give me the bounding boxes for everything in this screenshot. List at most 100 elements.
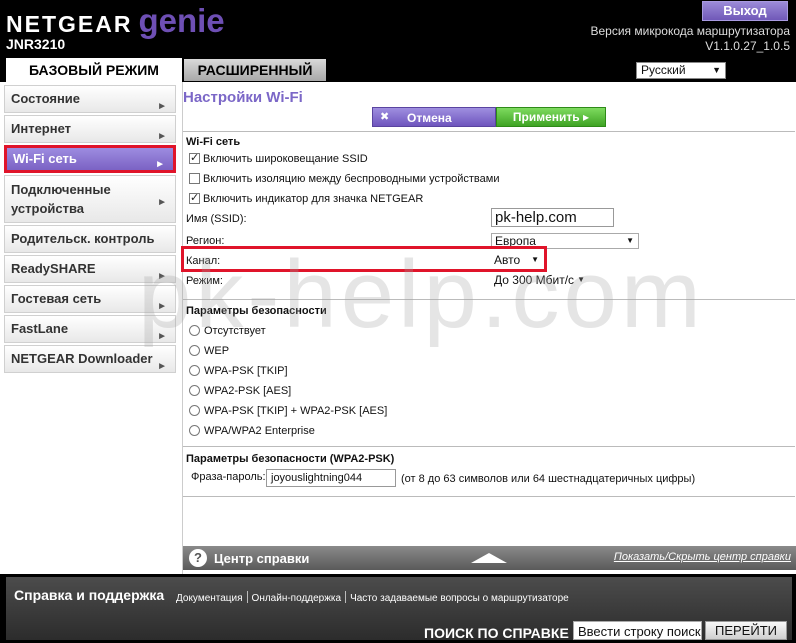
tab-basic[interactable]: БАЗОВЫЙ РЕЖИМ xyxy=(6,58,182,82)
security-option-row: Отсутствует xyxy=(189,325,266,337)
security-radio-enterprise[interactable] xyxy=(189,425,200,436)
cancel-button-label: Отмена xyxy=(407,111,452,125)
checkbox-label: Включить индикатор для значка NETGEAR xyxy=(203,193,424,205)
firmware-label: Версия микрокода маршрутизатора xyxy=(590,24,791,38)
netgear-led-row: Включить индикатор для значка NETGEAR xyxy=(189,191,424,205)
sidebar-item-label: Подключенные xyxy=(11,182,111,197)
divider xyxy=(183,131,795,132)
radio-label: WPA-PSK [TKIP] + WPA2-PSK [AES] xyxy=(204,405,388,417)
chevron-right-icon: ► xyxy=(157,197,167,208)
sidebar-item-label: устройства xyxy=(11,201,85,216)
help-search-input[interactable]: Ввести строку поиск xyxy=(573,621,702,640)
channel-highlight-box xyxy=(181,246,547,272)
close-icon: ✖ xyxy=(380,111,390,123)
header: NETGEAR genie JNR3210 Выход Версия микрок… xyxy=(0,0,796,58)
security-option-row: WPA-PSK [TKIP] + WPA2-PSK [AES] xyxy=(189,405,387,417)
ssid-broadcast-row: Включить широковещание SSID xyxy=(189,151,368,165)
security-option-row: WPA-PSK [TKIP] xyxy=(189,365,288,377)
sidebar-item-label: ReadySHARE xyxy=(11,261,96,276)
wifi-section-title: Wi-Fi сеть xyxy=(186,136,241,148)
sidebar-item-label: FastLane xyxy=(11,321,69,336)
language-select[interactable]: Русский ▼ xyxy=(636,62,726,79)
sidebar-item-label: NETGEAR Downloader xyxy=(11,351,153,366)
divider xyxy=(183,496,795,497)
sidebar-item-parental-control[interactable]: Родительск. контроль xyxy=(4,225,176,253)
apply-button-label: Применить xyxy=(512,110,580,124)
wifi-settings-panel: Настройки Wi-Fi ✖ Отмена Применить ▸ Wi-… xyxy=(181,82,796,574)
help-search-go-button[interactable]: ПЕРЕЙТИ xyxy=(705,621,787,640)
footer: Справка и поддержка Документация Онлайн-п… xyxy=(0,574,796,643)
security-section-title: Параметры безопасности xyxy=(186,305,327,317)
divider xyxy=(183,299,795,300)
ssid-input[interactable]: pk-help.com xyxy=(491,208,614,227)
chevron-down-icon: ▼ xyxy=(577,275,585,284)
security-radio-wpa2-psk-aes[interactable] xyxy=(189,385,200,396)
chevron-down-icon: ▼ xyxy=(626,236,634,245)
sidebar-item-label: Wi-Fi сеть xyxy=(13,151,77,166)
sidebar-item-label: Интернет xyxy=(11,121,72,136)
firmware-version: V1.1.0.27_1.0.5 xyxy=(705,39,790,53)
mode-select[interactable]: До 300 Мбит/с ▼ xyxy=(491,273,589,289)
security-radio-none[interactable] xyxy=(189,325,200,336)
checkbox-label: Включить широковещание SSID xyxy=(203,153,368,165)
link-documentation[interactable]: Документация xyxy=(176,593,243,604)
mode-label: Режим: xyxy=(186,275,223,287)
chevron-down-icon: ▼ xyxy=(712,65,721,75)
sidebar-item-attached-devices[interactable]: Подключенные устройства ► xyxy=(4,175,176,223)
chevron-right-icon: ► xyxy=(157,361,167,372)
mode-value: До 300 Мбит/с xyxy=(494,273,575,287)
sidebar-item-guest-network[interactable]: Гостевая сеть ► xyxy=(4,285,176,313)
link-separator xyxy=(345,591,347,603)
help-search-label: ПОИСК ПО СПРАВКЕ xyxy=(424,625,569,641)
support-panel: Справка и поддержка Документация Онлайн-п… xyxy=(6,577,792,641)
sidebar-item-wifi[interactable]: Wi-Fi сеть ► xyxy=(4,145,176,173)
ssid-broadcast-checkbox[interactable] xyxy=(189,151,200,164)
sidebar: Состояние ► Интернет ► Wi-Fi сеть ► Подк… xyxy=(0,82,182,574)
sidebar-item-label: Гостевая сеть xyxy=(11,291,102,306)
help-center-title: Центр справки xyxy=(214,551,310,566)
ssid-label: Имя (SSID): xyxy=(186,213,247,225)
link-faq[interactable]: Часто задаваемые вопросы о маршрутизатор… xyxy=(350,593,569,604)
link-separator xyxy=(246,591,248,603)
radio-label: WEP xyxy=(204,345,230,357)
security-radio-wpa-psk-tkip[interactable] xyxy=(189,365,200,376)
passphrase-hint: (от 8 до 63 символов или 64 шестнадцатер… xyxy=(401,473,696,485)
radio-label: Отсутствует xyxy=(204,325,266,337)
sidebar-item-label: Родительск. контроль xyxy=(11,231,155,246)
checkbox-label: Включить изоляцию между беспроводными ус… xyxy=(203,173,500,185)
passphrase-input[interactable]: joyouslightning044 xyxy=(266,469,396,487)
sidebar-item-readyshare[interactable]: ReadySHARE ► xyxy=(4,255,176,283)
security-radio-wpa-wpa2-mixed[interactable] xyxy=(189,405,200,416)
tab-advanced[interactable]: РАСШИРЕННЫЙ xyxy=(184,59,326,81)
help-toggle-link[interactable]: Показать/Скрыть центр справки xyxy=(614,551,791,563)
logout-button[interactable]: Выход xyxy=(702,1,788,21)
sidebar-item-downloader[interactable]: NETGEAR Downloader ► xyxy=(4,345,176,373)
help-question-icon: ? xyxy=(189,549,207,567)
passphrase-label: Фраза-пароль: xyxy=(191,471,266,483)
expand-up-icon[interactable] xyxy=(471,553,507,563)
brand-netgear: NETGEAR xyxy=(6,11,133,37)
radio-label: WPA-PSK [TKIP] xyxy=(204,365,288,377)
sidebar-item-status[interactable]: Состояние ► xyxy=(4,85,176,113)
page-title: Настройки Wi-Fi xyxy=(183,89,303,106)
cancel-button[interactable]: ✖ Отмена xyxy=(372,107,496,127)
sidebar-item-fastlane[interactable]: FastLane ► xyxy=(4,315,176,343)
language-selected: Русский xyxy=(641,63,686,77)
netgear-genie-logo: NETGEAR genie xyxy=(6,2,225,40)
radio-label: WPA/WPA2 Enterprise xyxy=(204,425,315,437)
link-online-support[interactable]: Онлайн-поддержка xyxy=(252,593,342,604)
psk-section-title: Параметры безопасности (WPA2-PSK) xyxy=(186,453,395,465)
security-radio-wep[interactable] xyxy=(189,345,200,356)
sidebar-item-label: Состояние xyxy=(11,91,81,106)
help-center-bar: ? Центр справки Показать/Скрыть центр сп… xyxy=(183,546,796,570)
sidebar-item-internet[interactable]: Интернет ► xyxy=(4,115,176,143)
divider xyxy=(183,446,795,447)
security-option-row: WEP xyxy=(189,345,229,357)
radio-label: WPA2-PSK [AES] xyxy=(204,385,292,397)
apply-button[interactable]: Применить ▸ xyxy=(496,107,606,127)
netgear-led-checkbox[interactable] xyxy=(189,191,200,204)
router-model: JNR3210 xyxy=(6,36,66,52)
security-option-row: WPA/WPA2 Enterprise xyxy=(189,425,315,437)
wireless-isolation-checkbox[interactable] xyxy=(189,173,200,184)
mode-tabs: БАЗОВЫЙ РЕЖИМ РАСШИРЕННЫЙ Русский ▼ xyxy=(0,58,796,82)
